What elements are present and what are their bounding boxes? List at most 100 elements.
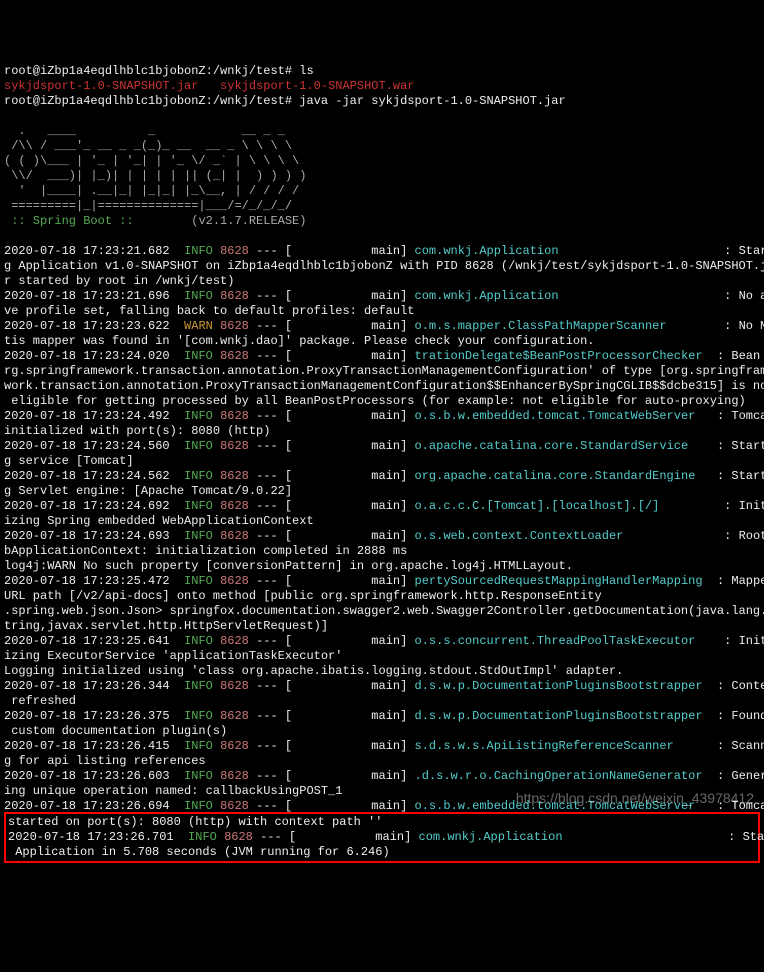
watermark-text: https://blog.csdn.net/weixin_43978412: [516, 790, 754, 808]
log-class: o.m.s.mapper.ClassPathMapperScanner: [415, 319, 667, 333]
spring-boot-version: (v2.1.7.RELEASE): [141, 214, 307, 228]
log-timestamp: 2020-07-18 17:23:26.375: [4, 709, 170, 723]
log-continuation: g Application v1.0-SNAPSHOT on iZbp1a4eq…: [4, 259, 764, 273]
log-level: WARN: [184, 319, 213, 333]
log-continuation: bApplicationContext: initialization comp…: [4, 544, 407, 558]
log-sep: --- [ main]: [249, 709, 415, 723]
log-pid: 8628: [220, 499, 249, 513]
log-continuation: tring,javax.servlet.http.HttpServletRequ…: [4, 619, 328, 633]
cmd: java -jar sykjdsport-1.0-SNAPSHOT.jar: [299, 94, 565, 108]
log-class: com.wnkj.Application: [419, 830, 563, 844]
log-continuation: rg.springframework.transaction.annotatio…: [4, 364, 764, 378]
log-sep: --- [ main]: [253, 830, 419, 844]
log-timestamp: 2020-07-18 17:23:26.701: [8, 830, 174, 844]
log-level: INFO: [184, 574, 213, 588]
log-sep: --- [ main]: [249, 349, 415, 363]
log-level: INFO: [184, 409, 213, 423]
log-msg: : Initial: [659, 499, 764, 513]
log-class: d.s.w.p.DocumentationPluginsBootstrapper: [415, 679, 703, 693]
log-class: d.s.w.p.DocumentationPluginsBootstrapper: [415, 709, 703, 723]
log-timestamp: 2020-07-18 17:23:24.020: [4, 349, 170, 363]
log-timestamp: 2020-07-18 17:23:21.696: [4, 289, 170, 303]
log-msg: : Startin: [688, 439, 764, 453]
log-pid: 8628: [224, 830, 253, 844]
log-continuation: URL path [/v2/api-docs] onto method [pub…: [4, 589, 764, 863]
log-sep: --- [ main]: [249, 289, 415, 303]
log-timestamp: 2020-07-18 17:23:24.562: [4, 469, 170, 483]
log-continuation: r started by root in /wnkj/test): [4, 274, 234, 288]
log-continuation: log4j:WARN No such property [conversionP…: [4, 559, 573, 573]
log-level: INFO: [184, 349, 213, 363]
log-pid: 8628: [220, 244, 249, 258]
log-level: INFO: [184, 529, 213, 543]
log-timestamp: 2020-07-18 17:23:24.692: [4, 499, 170, 513]
log-timestamp: 2020-07-18 17:23:24.492: [4, 409, 170, 423]
log-sep: --- [ main]: [249, 439, 415, 453]
log-msg: : Startin: [695, 469, 764, 483]
log-continuation: g service [Tomcat]: [4, 454, 134, 468]
log-msg: : Root We: [623, 529, 764, 543]
terminal-output: root@iZbp1a4eqdlhblc1bjobonZ:/wnkj/test#…: [4, 64, 760, 863]
log-continuation: started on port(s): 8080 (http) with con…: [8, 815, 382, 829]
log-continuation: initialized with port(s): 8080 (http): [4, 424, 270, 438]
log-sep: --- [ main]: [249, 469, 415, 483]
log-msg: : Found 1: [703, 709, 764, 723]
log-sep: --- [ main]: [249, 244, 415, 258]
log-timestamp: 2020-07-18 17:23:23.622: [4, 319, 170, 333]
log-sep: --- [ main]: [249, 799, 415, 813]
log-pid: 8628: [220, 349, 249, 363]
log-class: o.s.b.w.embedded.tomcat.TomcatWebServer: [415, 409, 696, 423]
log-class: o.s.web.context.ContextLoader: [415, 529, 624, 543]
log-level: INFO: [184, 289, 213, 303]
shell-prompt: root@iZbp1a4eqdlhblc1bjobonZ:/wnkj/test#: [4, 64, 299, 78]
log-timestamp: 2020-07-18 17:23:26.694: [4, 799, 170, 813]
log-sep: --- [ main]: [249, 529, 415, 543]
log-continuation: custom documentation plugin(s): [4, 724, 227, 738]
log-pid: 8628: [220, 634, 249, 648]
log-pid: 8628: [220, 679, 249, 693]
log-continuation: refreshed: [4, 694, 76, 708]
log-continuation: tis mapper was found in '[com.wnkj.dao]'…: [4, 334, 595, 348]
log-msg: : Initial: [695, 634, 764, 648]
log-sep: --- [ main]: [249, 634, 415, 648]
log-continuation: g for api listing references: [4, 754, 206, 768]
log-level: INFO: [184, 439, 213, 453]
log-continuation: Logging initialized using 'class org.apa…: [4, 664, 623, 678]
log-msg: : Context: [703, 679, 764, 693]
log-timestamp: 2020-07-18 17:23:24.560: [4, 439, 170, 453]
log-continuation: izing ExecutorService 'applicationTaskEx…: [4, 649, 342, 663]
log-pid: 8628: [220, 769, 249, 783]
log-level: INFO: [184, 499, 213, 513]
log-level: INFO: [184, 469, 213, 483]
highlighted-region: started on port(s): 8080 (http) with con…: [4, 812, 760, 863]
shell-prompt: root@iZbp1a4eqdlhblc1bjobonZ:/wnkj/test#: [4, 94, 299, 108]
log-class: trationDelegate$BeanPostProcessorChecker: [415, 349, 703, 363]
log-msg: : No acti: [559, 289, 764, 303]
log-sep: --- [ main]: [249, 574, 415, 588]
log-sep: --- [ main]: [249, 409, 415, 423]
log-continuation: ing unique operation named: callbackUsin…: [4, 784, 342, 798]
log-continuation: eligible for getting processed by all Be…: [4, 394, 746, 408]
log-continuation: izing Spring embedded WebApplicationCont…: [4, 514, 314, 528]
log-timestamp: 2020-07-18 17:23:21.682: [4, 244, 170, 258]
spring-banner-line: =========|_|==============|___/=/_/_/_/: [4, 199, 292, 213]
log-timestamp: 2020-07-18 17:23:25.472: [4, 574, 170, 588]
log-sep: --- [ main]: [249, 739, 415, 753]
log-continuation: work.transaction.annotation.ProxyTransac…: [4, 379, 764, 393]
log-class: com.wnkj.Application: [415, 289, 559, 303]
log-timestamp: 2020-07-18 17:23:25.641: [4, 634, 170, 648]
log-sep: --- [ main]: [249, 319, 415, 333]
log-msg: : No MyBa: [667, 319, 764, 333]
log-continuation: Application in 5.708 seconds (JVM runnin…: [8, 845, 390, 859]
log-level: INFO: [184, 799, 213, 813]
log-class: o.a.c.c.C.[Tomcat].[localhost].[/]: [415, 499, 660, 513]
log-level: INFO: [184, 634, 213, 648]
file-jar: sykjdsport-1.0-SNAPSHOT.jar: [4, 79, 198, 93]
log-timestamp: 2020-07-18 17:23:26.603: [4, 769, 170, 783]
log-msg: : Bean 'o: [703, 349, 764, 363]
log-class: pertySourcedRequestMappingHandlerMapping: [415, 574, 703, 588]
log-class: o.s.s.concurrent.ThreadPoolTaskExecutor: [415, 634, 696, 648]
log-pid: 8628: [220, 469, 249, 483]
spring-banner-line: ( ( )\___ | '_ | '_| | '_ \/ _` | \ \ \ …: [4, 154, 299, 168]
log-level: INFO: [188, 830, 217, 844]
